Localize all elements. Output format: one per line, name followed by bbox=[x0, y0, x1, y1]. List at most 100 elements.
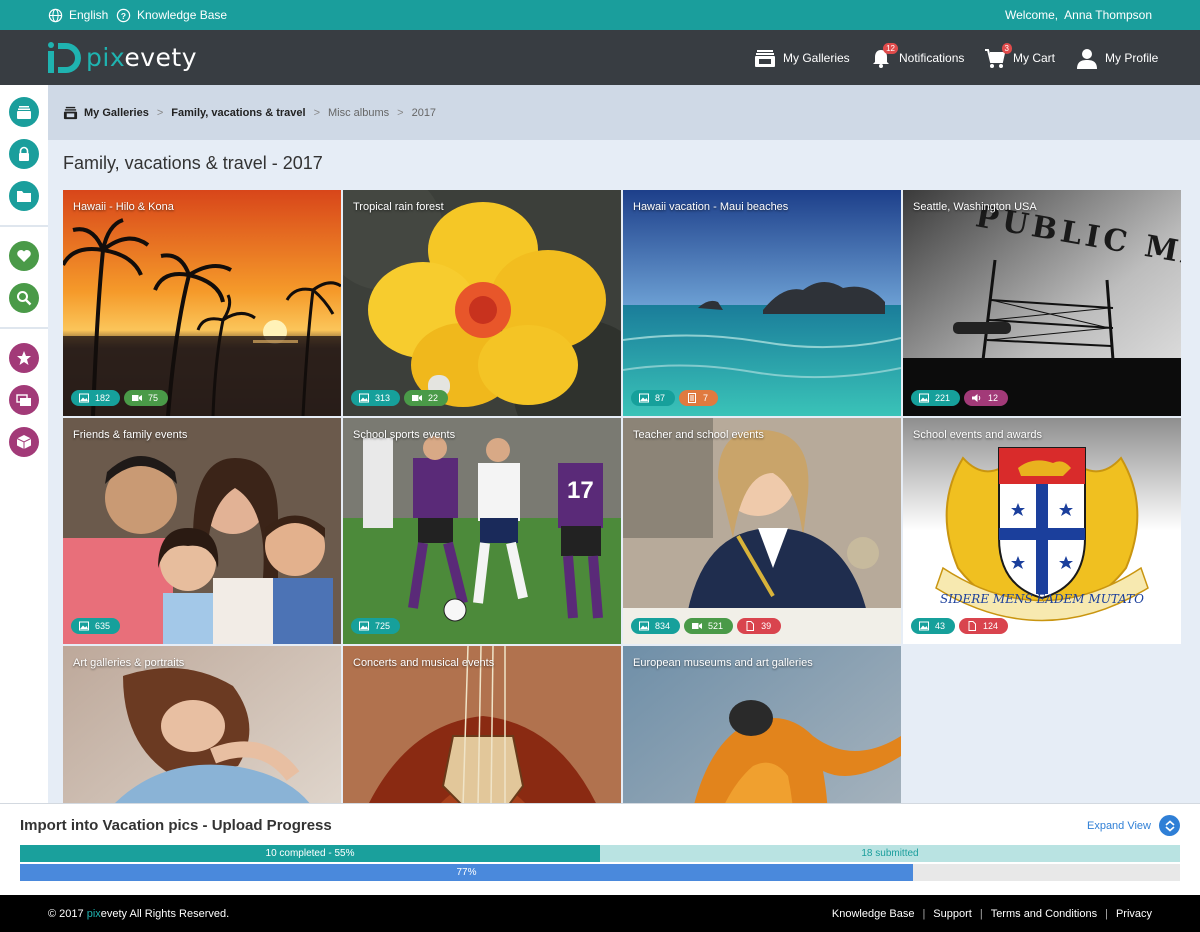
language-label: English bbox=[69, 8, 109, 22]
photo-count-badge: 313 bbox=[351, 390, 401, 406]
logo-icon bbox=[48, 42, 81, 73]
upload-progress-panel: Import into Vacation pics - Upload Progr… bbox=[0, 803, 1200, 895]
expand-view-label: Expand View bbox=[1086, 819, 1151, 832]
album-thumbnail: 17 bbox=[343, 418, 621, 644]
main-content: Family, vacations & travel - 2017 Hawaii… bbox=[48, 140, 1200, 803]
nav-notifications[interactable]: 12 Notifications bbox=[870, 30, 964, 85]
knowledge-base-link[interactable]: ? Knowledge Base bbox=[116, 0, 227, 30]
photo-count: 313 bbox=[375, 393, 391, 403]
video-count: 521 bbox=[708, 621, 724, 631]
language-selector[interactable]: English bbox=[48, 0, 108, 30]
image-icon bbox=[919, 621, 929, 631]
album-title: Friends & family events bbox=[73, 429, 188, 441]
photo-count: 834 bbox=[655, 621, 671, 631]
footer-separator: | bbox=[922, 907, 926, 920]
nav-my-cart-label: My Cart bbox=[1013, 50, 1055, 65]
album-thumbnail bbox=[63, 418, 341, 644]
nav-my-cart[interactable]: 3 My Cart bbox=[984, 30, 1055, 85]
album-counts: 43 124 bbox=[911, 618, 1009, 634]
album-tile[interactable]: Tropical rain forest 313 22 bbox=[343, 190, 621, 416]
album-tile[interactable]: Art galleries & portraits bbox=[63, 646, 341, 803]
footer: © 2017 pix evety All Rights Reserved. Kno… bbox=[0, 895, 1200, 932]
expand-view-button[interactable]: Expand View bbox=[1087, 815, 1180, 836]
album-counts: 87 7 bbox=[631, 390, 719, 406]
footer-separator: | bbox=[979, 907, 983, 920]
overall-progress-label: 77% bbox=[456, 867, 477, 878]
album-tile[interactable]: 17 School sports events 725 bbox=[343, 418, 621, 644]
breadcrumb-separator: > bbox=[313, 106, 321, 119]
expand-icon bbox=[1159, 815, 1180, 836]
footer-link-support[interactable]: Support bbox=[933, 908, 972, 920]
breadcrumb: My Galleries > Family, vacations & trave… bbox=[48, 85, 1200, 140]
album-title: Hawaii vacation - Maui beaches bbox=[633, 201, 789, 213]
breadcrumb-separator: > bbox=[156, 106, 164, 119]
album-tile[interactable]: Teacher and school events 834 521 39 bbox=[623, 418, 901, 644]
file-count: 124 bbox=[983, 621, 999, 631]
album-counts: 221 12 bbox=[911, 390, 1009, 406]
album-title: Hawaii - Hilo & Kona bbox=[73, 201, 174, 213]
nav-my-profile[interactable]: My Profile bbox=[1076, 30, 1158, 85]
top-bar: English ? Knowledge Base Welcome, Anna T… bbox=[0, 0, 1200, 30]
welcome-user[interactable]: Welcome, Anna Thompson bbox=[1005, 0, 1152, 30]
footer-link-privacy[interactable]: Privacy bbox=[1116, 908, 1152, 920]
copyright-rest: evety All Rights Reserved. bbox=[100, 907, 230, 920]
album-thumbnail: PUBLIC MARKET bbox=[903, 190, 1181, 416]
album-tile[interactable]: Hawaii vacation - Maui beaches 87 7 bbox=[623, 190, 901, 416]
sidebar-favorites-button[interactable] bbox=[9, 241, 39, 271]
svg-text:17: 17 bbox=[567, 477, 594, 504]
help-icon: ? bbox=[116, 8, 131, 22]
album-thumbnail bbox=[63, 646, 341, 803]
galleries-icon bbox=[63, 106, 78, 120]
breadcrumb-root[interactable]: My Galleries bbox=[84, 107, 149, 119]
file-progress-bar: 10 completed - 55% 18 submitted bbox=[20, 845, 1180, 862]
video-count: 75 bbox=[148, 393, 159, 403]
photo-count-badge: 221 bbox=[911, 390, 961, 406]
breadcrumb-level3: 2017 bbox=[411, 106, 437, 119]
album-thumbnail bbox=[623, 190, 901, 416]
audio-count: 12 bbox=[988, 393, 999, 403]
photo-count: 635 bbox=[95, 621, 111, 631]
album-tile[interactable]: European museums and art galleries bbox=[623, 646, 901, 803]
globe-icon bbox=[48, 8, 63, 22]
album-tile[interactable]: PUBLIC MARKET Seattle, Washington USA 22… bbox=[903, 190, 1181, 416]
album-tile[interactable]: SIDERE MENS EADEM MUTATO School events a… bbox=[903, 418, 1181, 644]
album-tile[interactable]: Concerts and musical events bbox=[343, 646, 621, 803]
breadcrumb-level2[interactable]: Misc albums bbox=[328, 107, 389, 119]
footer-link-terms[interactable]: Terms and Conditions bbox=[991, 908, 1097, 920]
album-counts: 313 22 bbox=[351, 390, 449, 406]
photo-count: 725 bbox=[375, 621, 391, 631]
knowledge-base-label: Knowledge Base bbox=[137, 8, 228, 22]
sidebar-galleries-button[interactable] bbox=[9, 97, 39, 127]
notifications-badge: 12 bbox=[883, 42, 898, 54]
album-tile[interactable]: Friends & family events 635 bbox=[63, 418, 341, 644]
sidebar-products-button[interactable] bbox=[9, 427, 39, 457]
sidebar-search-button[interactable] bbox=[9, 283, 39, 313]
album-title: Tropical rain forest bbox=[353, 201, 444, 213]
sidebar-cards-button[interactable] bbox=[9, 385, 39, 415]
sidebar-private-button[interactable] bbox=[9, 139, 39, 169]
album-title: European museums and art galleries bbox=[633, 657, 813, 669]
album-tile[interactable]: Hawaii - Hilo & Kona 182 75 bbox=[63, 190, 341, 416]
sidebar bbox=[0, 85, 48, 803]
file-count: 39 bbox=[761, 621, 772, 631]
album-title: Art galleries & portraits bbox=[73, 657, 185, 669]
file-icon bbox=[968, 621, 977, 631]
file-count-badge: 124 bbox=[959, 618, 1009, 634]
nav-my-galleries[interactable]: My Galleries bbox=[754, 30, 850, 85]
video-count-badge: 75 bbox=[124, 390, 169, 406]
breadcrumb-level1[interactable]: Family, vacations & travel bbox=[171, 107, 305, 119]
video-icon bbox=[412, 395, 423, 401]
galleries-icon bbox=[754, 47, 776, 69]
cart-icon: 3 bbox=[984, 42, 1012, 69]
photo-count: 87 bbox=[655, 393, 666, 403]
album-title: Teacher and school events bbox=[633, 429, 764, 441]
galleries-icon bbox=[17, 106, 31, 119]
album-thumbnail: SIDERE MENS EADEM MUTATO bbox=[903, 418, 1181, 644]
video-icon bbox=[132, 395, 143, 401]
document-count-badge: 7 bbox=[679, 390, 719, 406]
audio-count-badge: 12 bbox=[964, 390, 1009, 406]
sidebar-folders-button[interactable] bbox=[9, 181, 39, 211]
logo[interactable]: pixevety bbox=[46, 39, 197, 75]
sidebar-starred-button[interactable] bbox=[9, 343, 39, 373]
footer-link-knowledge-base[interactable]: Knowledge Base bbox=[832, 908, 915, 920]
